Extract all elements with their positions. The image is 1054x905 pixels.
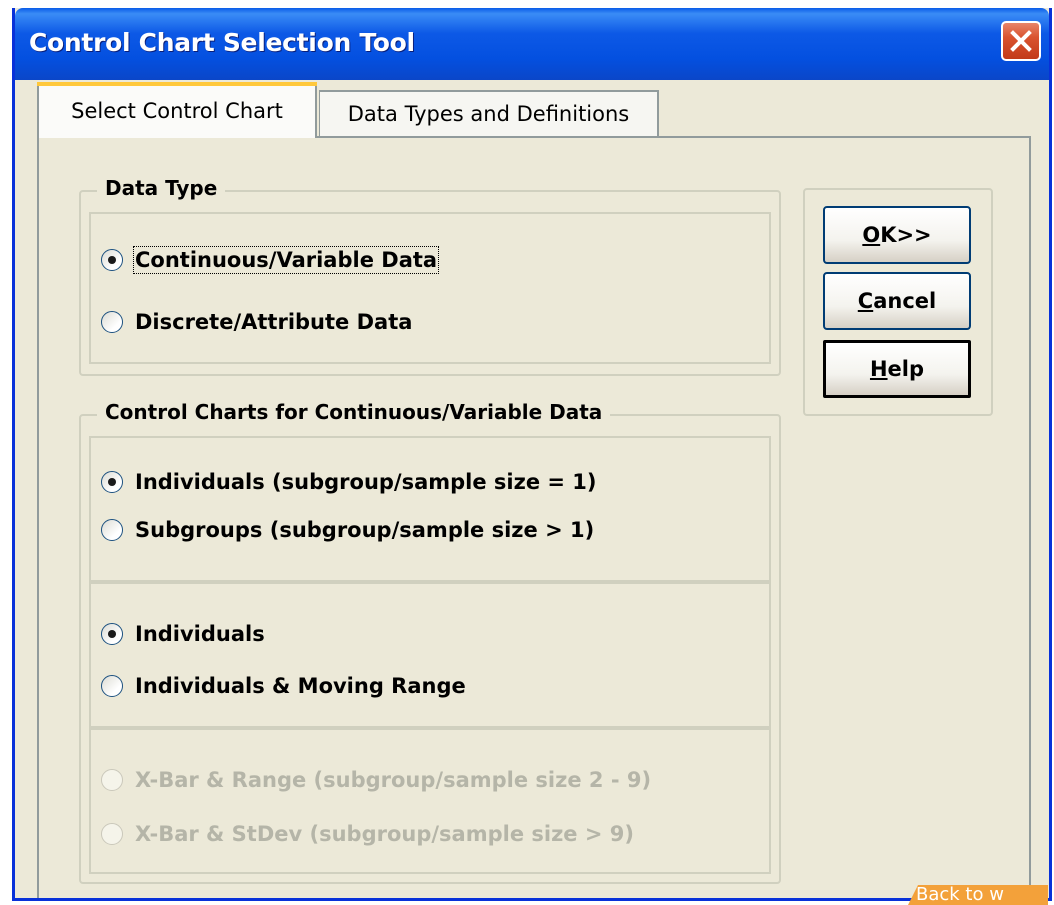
radio-label: Continuous/Variable Data — [132, 246, 440, 274]
radio-xbar-stdev: X-Bar & StDev (subgroup/sample size > 9) — [101, 822, 634, 846]
radio-label: X-Bar & StDev (subgroup/sample size > 9) — [135, 822, 634, 846]
title-bar[interactable]: Control Chart Selection Tool — [15, 8, 1049, 80]
individuals-subpanel — [89, 582, 771, 728]
ok-mnemonic: O — [862, 223, 881, 247]
help-button[interactable]: Help — [823, 340, 971, 398]
radio-individuals[interactable]: Individuals — [101, 622, 265, 646]
cancel-mnemonic: C — [857, 289, 874, 313]
data-type-legend: Data Type — [97, 176, 226, 200]
ok-button[interactable]: O K>> — [823, 206, 971, 264]
data-type-subpanel — [89, 212, 771, 364]
radio-subgroups-sample-size[interactable]: Subgroups (subgroup/sample size > 1) — [101, 518, 594, 542]
radio-checked-icon — [101, 471, 123, 493]
window-title: Control Chart Selection Tool — [29, 28, 415, 57]
help-mnemonic: H — [869, 357, 888, 381]
radio-discrete-attribute[interactable]: Discrete/Attribute Data — [101, 310, 412, 334]
subgroups-subpanel — [89, 728, 771, 874]
radio-xbar-range: X-Bar & Range (subgroup/sample size 2 - … — [101, 768, 651, 792]
cancel-button[interactable]: Cancel — [823, 272, 971, 330]
radio-label: X-Bar & Range (subgroup/sample size 2 - … — [135, 768, 652, 792]
radio-unchecked-icon — [101, 519, 123, 541]
close-button[interactable] — [1001, 21, 1041, 61]
close-icon — [1010, 30, 1032, 52]
radio-unchecked-icon — [101, 311, 123, 333]
tab-panel-select-control-chart: Data Type Continuous/Variable Data Discr… — [37, 136, 1031, 898]
dialog-window: Control Chart Selection Tool Select Cont… — [12, 8, 1052, 901]
radio-unchecked-icon — [101, 675, 123, 697]
radio-individuals-sample-size[interactable]: Individuals (subgroup/sample size = 1) — [101, 470, 597, 494]
sample-size-subpanel — [89, 436, 771, 582]
radio-individuals-moving-range[interactable]: Individuals & Moving Range — [101, 674, 466, 698]
ok-label: K>> — [880, 223, 932, 247]
radio-disabled-icon — [101, 823, 123, 845]
radio-label: Discrete/Attribute Data — [135, 310, 413, 334]
radio-disabled-icon — [101, 769, 123, 791]
tab-select-control-chart[interactable]: Select Control Chart — [37, 82, 317, 138]
radio-checked-icon — [101, 623, 123, 645]
back-to-badge[interactable]: Back to w — [908, 885, 1048, 905]
radio-label: Subgroups (subgroup/sample size > 1) — [135, 518, 595, 542]
data-type-group: Data Type — [79, 176, 781, 376]
radio-checked-icon — [101, 249, 123, 271]
control-charts-legend: Control Charts for Continuous/Variable D… — [97, 400, 611, 424]
help-label: elp — [887, 357, 925, 381]
cancel-label: ancel — [873, 289, 937, 313]
radio-label: Individuals — [135, 622, 265, 646]
radio-label: Individuals & Moving Range — [135, 674, 466, 698]
tab-data-types-definitions[interactable]: Data Types and Definitions — [319, 90, 659, 136]
radio-label: Individuals (subgroup/sample size = 1) — [135, 470, 597, 494]
radio-continuous-variable[interactable]: Continuous/Variable Data — [101, 246, 440, 274]
